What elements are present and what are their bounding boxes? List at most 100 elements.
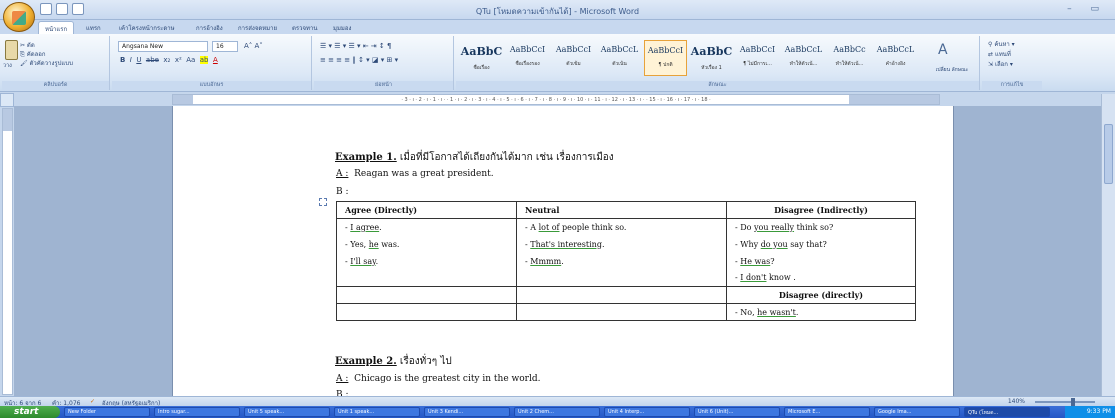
style-item[interactable]: AaBbC หัวเรื่อง 1 [690,40,733,76]
style-item[interactable]: AaBbC ชื่อเรื่อง [460,40,503,76]
change-styles-button[interactable]: เปลี่ยน ลักษณะ [932,66,972,74]
table-cell: - Yes, he was. [336,235,517,253]
example2-line-a: A : Chicago is the greatest city in the … [336,374,541,384]
tab-home[interactable]: หน้าแรก [38,21,75,34]
office-logo-icon [12,11,26,25]
taskbar-item[interactable]: Unit 2 Chem... [514,407,600,417]
table-cell: - He was? [726,252,916,270]
horizontal-ruler[interactable]: · 3 · ı · 2 · ı · 1 · ı · · 1 · ı · 2 · … [172,94,940,105]
binoculars-icon: ⚲ [988,41,993,48]
taskbar-item[interactable]: QTu (โหมด... [964,407,1050,417]
formatting-buttons: B I U abe x₂ x² Aa ab A [120,56,218,64]
table-cell: - No, he wasn't. [726,303,916,321]
style-name: ¶ ไม่มีการเ... [743,61,772,67]
style-name: ชื่อเรื่อง [473,65,490,71]
tab-mailings[interactable]: การส่งจดหมาย [232,21,283,34]
paste-button[interactable]: วาง [3,62,12,70]
align-buttons[interactable]: ≡ ≡ ≡ ≡ ‖ ↕ ▾ ◪ ▾ ⊞ ▾ [320,56,398,64]
style-sample: AaBbCcI [509,45,546,54]
table-cell: - That's interesting. [516,235,727,253]
bold-button[interactable]: B [120,56,125,64]
underline-button[interactable]: U [136,56,141,64]
style-item[interactable]: AaBbCcI ตัวเข้ม [552,40,595,76]
style-sample: AaBbCcI [739,45,776,54]
zoom-slider-knob[interactable] [1071,398,1075,406]
style-item[interactable]: AaBbCcI ชื่อเรื่องรอง [506,40,549,76]
table-move-handle[interactable] [319,198,327,206]
paragraph-group: ☰ ▾ ☰ ▾ ☰ ▾ ⇤ ⇥ ↕ ¶ ≡ ≡ ≡ ≡ ‖ ↕ ▾ ◪ ▾ ⊞ … [314,36,454,90]
office-button[interactable] [3,2,35,32]
highlight-button[interactable]: ab [199,56,209,64]
document-area[interactable]: Example 1. เมื่อที่มีโอกาสได้เถียงกันได้… [14,106,1115,396]
clipboard-group-label: คลิปบอร์ด [2,81,109,90]
replace-button[interactable]: ⇄ แทนที่ [988,49,1011,59]
style-item[interactable]: AaBbCcL ทำให้ตัวเน้... [782,40,825,76]
style-name: คำอ้างอิง [885,61,906,67]
tab-review[interactable]: ตรวจทาน [286,21,323,34]
zoom-level[interactable]: 140% [1008,398,1025,405]
table-cell [336,269,517,287]
scrollbar-thumb[interactable] [1104,124,1113,184]
font-group: Angsana New 16 A˄ A˅ B I U abe x₂ x² Aa … [112,36,312,90]
taskbar-item[interactable]: Microsoft E... [784,407,870,417]
font-name-select[interactable]: Angsana New [118,41,208,52]
zoom-slider[interactable] [1035,398,1095,406]
table-row: - I'll say. - Mmmm. - He was? [336,252,916,270]
style-item[interactable]: AaBbCcI ¶ ไม่มีการเ... [736,40,779,76]
style-name: ชื่อเรื่องรอง [515,61,540,67]
font-color-button[interactable]: A [213,56,218,64]
taskbar-clock: 9:33 PM [1065,406,1115,418]
start-button[interactable]: start [0,406,60,418]
taskbar-item[interactable]: Unit 3 Kendi... [424,407,510,417]
vertical-ruler[interactable] [2,108,13,395]
style-sample: AaBbCcL [600,45,639,54]
strikethrough-button[interactable]: abe [146,56,159,64]
italic-button[interactable]: I [130,56,132,64]
taskbar-item[interactable]: Unit 5 speak... [244,407,330,417]
styles-group: AaBbC ชื่อเรื่อง AaBbCcI ชื่อเรื่องรอง AaBbC… [456,36,980,90]
replace-icon: ⇄ [988,51,994,58]
taskbar-item[interactable]: Google Ima... [874,407,960,417]
style-name: ตัวเน้น [612,61,627,67]
header-neutral: Neutral [516,201,727,219]
subheader-disagree-directly: Disagree (directly) [726,286,916,304]
taskbar-item[interactable]: Intro sugar... [154,407,240,417]
window-controls[interactable]: – ▭ [1067,4,1107,14]
change-styles-icon[interactable]: A [938,42,948,58]
style-item[interactable]: AaBbCc ทำให้ตัวเน้... [828,40,871,76]
tab-view[interactable]: มุมมอง [327,21,357,34]
select-button[interactable]: ⇲ เลือก ▾ [988,59,1013,69]
proofing-icon[interactable]: ✓ [90,398,95,405]
tab-insert[interactable]: แทรก [80,21,107,34]
paste-icon[interactable] [5,40,18,60]
style-item[interactable]: AaBbCcL คำอ้างอิง [874,40,917,76]
grow-shrink-font-buttons[interactable]: A˄ A˅ [244,42,263,50]
format-painter-button[interactable]: 🖌 ตัวคัดวางรูปแบบ [20,58,73,68]
change-case-button[interactable]: Aa [186,56,195,64]
header-agree: Agree (Directly) [336,201,517,219]
taskbar-item[interactable]: Unit 6 (Unit)... [694,407,780,417]
style-sample: AaBbCcL [876,45,915,54]
ruler-toggle[interactable] [0,93,14,107]
list-indent-buttons[interactable]: ☰ ▾ ☰ ▾ ☰ ▾ ⇤ ⇥ ↕ ¶ [320,42,391,50]
document-page[interactable]: Example 1. เมื่อที่มีโอกาสได้เถียงกันได้… [172,106,954,396]
taskbar: start New Folder Intro sugar... Unit 5 spe… [0,406,1115,418]
find-button[interactable]: ⚲ ค้นหา ▾ [988,39,1015,49]
style-item[interactable]: AaBbCcI ¶ ปกติ [644,40,687,76]
style-item[interactable]: AaBbCcL ตัวเน้น [598,40,641,76]
ruler-ticks: · 3 · ı · 2 · ı · 1 · ı · · 1 · ı · 2 · … [401,97,711,103]
table-cell: - I'll say. [336,252,517,270]
taskbar-item[interactable]: Unit 1 speak... [334,407,420,417]
table-cell: - A lot of people think so. [516,218,727,236]
tab-page-layout[interactable]: เค้าโครงหน้ากระดาษ [113,21,181,34]
superscript-button[interactable]: x² [175,56,182,64]
table-subheader-row: Disagree (directly) [336,286,916,304]
taskbar-item[interactable]: New Folder [64,407,150,417]
subscript-button[interactable]: x₂ [163,56,170,64]
tab-references[interactable]: การอ้างอิง [190,21,229,34]
font-size-select[interactable]: 16 [212,41,238,52]
vertical-scrollbar[interactable] [1101,94,1115,396]
header-disagree-indirectly: Disagree (Indirectly) [726,201,916,219]
style-sample: AaBbCc [833,45,866,54]
taskbar-item[interactable]: Unit 4 Interp... [604,407,690,417]
